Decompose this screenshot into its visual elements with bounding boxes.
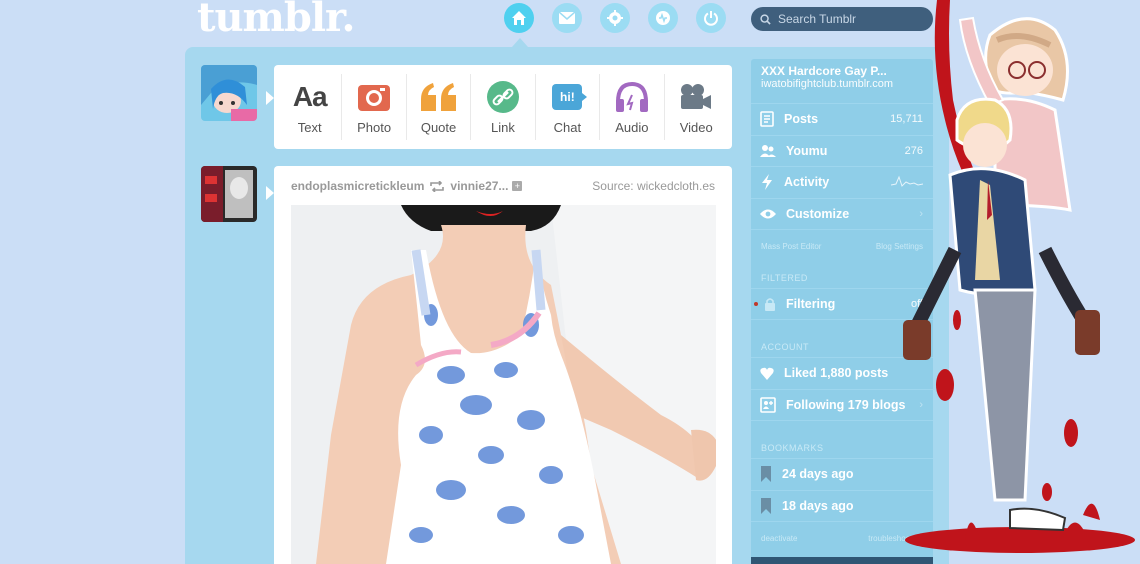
settings-icon (607, 10, 623, 26)
post-type-label: Photo (357, 119, 392, 135)
power-icon (704, 11, 718, 26)
heart-icon (760, 367, 774, 380)
post-type-label: Text (297, 119, 322, 135)
post-type-label: Chat (553, 119, 582, 135)
activity-button[interactable] (648, 3, 678, 33)
top-nav (504, 3, 726, 33)
post-avatar-caret (266, 186, 274, 200)
text-icon: Aa (292, 80, 328, 114)
mass-post-editor-link[interactable]: Mass Post Editor (761, 242, 821, 251)
sidebar-item-label: Posts (784, 112, 819, 127)
post-username[interactable]: endoplasmicretickleum (291, 179, 424, 193)
chat-glyph: hi! (560, 89, 575, 104)
mail-icon (559, 12, 575, 24)
lock-icon (765, 298, 775, 311)
post-author-avatar[interactable] (201, 166, 257, 222)
user-avatar[interactable] (201, 65, 257, 121)
activity-icon (656, 11, 670, 25)
sidebar-item-label: Activity (784, 175, 830, 190)
followers-icon (760, 144, 776, 157)
avatar-caret (266, 91, 274, 105)
anime-characters-decoration (903, 0, 1135, 553)
sidebar-item-label: Following 179 blogs (786, 397, 906, 412)
post-video-button[interactable]: Video (665, 74, 728, 140)
link-icon (486, 80, 519, 113)
post-header: endoplasmicretickleum vinnie27... + Sour… (291, 179, 715, 193)
sidebar-item-label: Customize (786, 206, 850, 221)
post-photo[interactable] (291, 205, 716, 564)
sidebar-item-label: Filtering (786, 297, 836, 311)
post-type-bar: Aa Text Photo Quote Link hi! Chat Audio … (274, 65, 732, 149)
search-icon (760, 13, 771, 25)
bookmark-icon (761, 466, 771, 483)
logout-button[interactable] (696, 3, 726, 33)
headphones-icon (615, 81, 648, 112)
post-text-button[interactable]: Aa Text (278, 74, 343, 140)
post-link-button[interactable]: Link (471, 74, 536, 140)
post-type-label: Audio (615, 119, 649, 135)
chat-icon: hi! (552, 83, 588, 110)
post-source[interactable]: Source: wickedcloth.es (592, 179, 715, 193)
sidebar-item-label: Youmu (786, 143, 828, 158)
inbox-button[interactable] (552, 3, 582, 33)
home-button[interactable] (504, 3, 534, 33)
video-camera-icon (681, 83, 712, 109)
tumblr-logo[interactable]: tumblr. (197, 0, 355, 41)
avatar-image (201, 65, 257, 121)
nav-active-caret (512, 38, 528, 47)
post-avatar-image (201, 166, 257, 222)
lightning-icon (762, 174, 772, 191)
post-quote-button[interactable]: Quote (407, 74, 472, 140)
settings-button[interactable] (600, 3, 630, 33)
deactivate-link[interactable]: deactivate (761, 534, 797, 543)
post-photo-button[interactable]: Photo (342, 74, 407, 140)
quote-icon (420, 82, 456, 111)
post-type-label: Link (491, 119, 515, 135)
follow-plus-icon[interactable]: + (512, 181, 523, 191)
post-photo-image (291, 205, 716, 564)
post-chat-button[interactable]: hi! Chat (536, 74, 601, 140)
post-audio-button[interactable]: Audio (600, 74, 665, 140)
home-icon (512, 11, 526, 25)
post-type-label: Quote (420, 119, 457, 135)
eye-icon (760, 209, 776, 219)
following-icon (760, 396, 776, 413)
camera-icon (358, 84, 391, 111)
text-glyph: Aa (292, 80, 328, 112)
posts-icon (760, 111, 774, 128)
notification-dot (754, 302, 758, 306)
post-type-label: Video (679, 119, 713, 135)
bookmark-icon (761, 497, 771, 514)
post-card: endoplasmicretickleum vinnie27... + Sour… (274, 166, 732, 564)
reblogged-from-username[interactable]: vinnie27... (450, 179, 508, 193)
reblog-icon (430, 180, 445, 192)
